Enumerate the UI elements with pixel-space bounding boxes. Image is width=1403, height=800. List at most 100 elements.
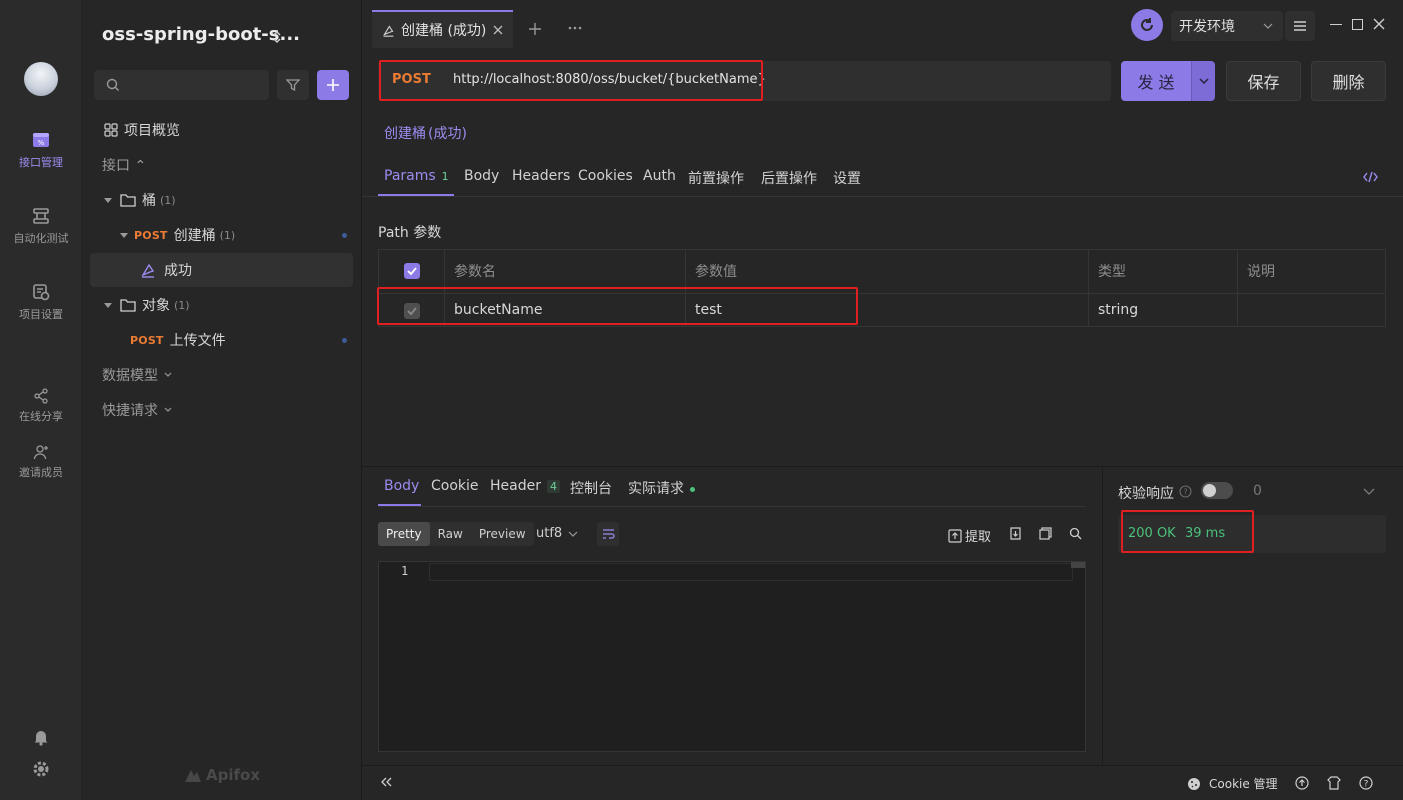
tab-settings[interactable]: 设置 <box>833 168 861 188</box>
caret-down-icon <box>120 232 128 238</box>
tree-case-success[interactable]: 成功 <box>90 253 353 287</box>
param-type-cell[interactable]: string <box>1088 294 1138 327</box>
response-tab-body[interactable]: Body <box>384 478 419 494</box>
tab-label: 创建桶 (成功) <box>401 23 487 39</box>
plus-icon <box>326 78 340 92</box>
share-icon <box>33 388 49 404</box>
download-icon[interactable] <box>1009 527 1022 540</box>
chevron-down-icon[interactable] <box>1363 488 1375 495</box>
invite-member-icon <box>33 444 49 460</box>
bell-icon[interactable] <box>32 728 50 746</box>
rail-item-automation[interactable]: 自动化测试 <box>0 206 82 246</box>
rail-item-project-settings[interactable]: 项目设置 <box>0 282 82 322</box>
extract-button[interactable]: 提取 <box>948 526 991 545</box>
more-tabs-icon[interactable] <box>568 26 582 30</box>
format-preview[interactable]: Preview <box>471 522 534 546</box>
search-icon[interactable] <box>1069 527 1082 540</box>
code-icon[interactable] <box>1363 171 1378 183</box>
folder-icon <box>120 298 136 312</box>
tab-headers[interactable]: Headers <box>512 168 570 184</box>
maximize-icon[interactable] <box>1352 19 1363 30</box>
tree-label: 对象 <box>142 298 170 314</box>
left-rail: % 接口管理 自动化测试 项目设置 在线分享 邀请成员 <box>0 0 82 800</box>
scrollbar[interactable] <box>1071 562 1085 568</box>
env-status-icon[interactable] <box>1131 9 1163 41</box>
upgrade-icon[interactable] <box>1295 776 1309 790</box>
rail-label: 在线分享 <box>19 410 63 423</box>
response-body-editor[interactable]: 1 <box>378 561 1086 752</box>
avatar[interactable] <box>24 62 58 96</box>
tab-cookies[interactable]: Cookies <box>578 168 633 184</box>
encoding-select[interactable]: utf8 <box>536 526 578 541</box>
validate-response-label: 校验响应 <box>1118 486 1174 502</box>
send-options-button[interactable] <box>1191 61 1215 101</box>
check-icon <box>407 267 417 276</box>
send-button[interactable]: 发 送 <box>1121 61 1191 101</box>
cookie-manager-button[interactable]: Cookie 管理 <box>1187 775 1278 792</box>
delete-button[interactable]: 删除 <box>1311 61 1386 101</box>
line-number: 1 <box>401 564 409 578</box>
tab-pre-processors[interactable]: 前置操作 <box>688 168 744 188</box>
rail-label: 自动化测试 <box>13 232 69 245</box>
minimize-icon[interactable] <box>1330 24 1342 25</box>
tree-section-quick-requests[interactable]: 快捷请求 <box>90 393 353 427</box>
help-icon[interactable]: ? <box>1179 485 1192 498</box>
collapse-sidebar-icon[interactable] <box>380 777 392 787</box>
environment-select[interactable]: 开发环境 <box>1171 11 1283 41</box>
format-pretty[interactable]: Pretty <box>378 522 430 546</box>
validate-count: 0 <box>1253 483 1262 499</box>
tree-label: 项目概览 <box>124 123 180 139</box>
format-raw[interactable]: Raw <box>430 522 471 546</box>
request-title: 创建桶 (成功) <box>384 126 467 142</box>
rail-item-share[interactable]: 在线分享 <box>0 388 82 424</box>
tree-label: 接口 ⌃ <box>102 158 147 174</box>
select-all-checkbox[interactable] <box>404 263 420 279</box>
wrap-lines-button[interactable] <box>597 522 619 546</box>
tree-section-api[interactable]: 接口 ⌃ <box>90 148 353 182</box>
param-description-cell[interactable] <box>1237 294 1247 327</box>
case-icon <box>382 24 395 37</box>
response-tab-header[interactable]: Header 4 <box>490 478 560 494</box>
tab-body[interactable]: Body <box>464 168 499 184</box>
rail-item-invite[interactable]: 邀请成员 <box>0 444 82 480</box>
chevron-down-icon <box>568 531 578 537</box>
new-tab-icon[interactable] <box>528 22 542 36</box>
project-name[interactable]: oss-spring-boot-s... <box>102 24 300 45</box>
tree-label: 上传文件 <box>169 333 226 349</box>
help-circle-icon[interactable]: ? <box>1359 776 1373 790</box>
copy-icon[interactable] <box>1039 527 1052 540</box>
add-button[interactable] <box>317 70 349 100</box>
response-tab-console[interactable]: 控制台 <box>570 478 612 498</box>
tab-auth[interactable]: Auth <box>643 168 676 184</box>
tab-post-processors[interactable]: 后置操作 <box>761 168 817 188</box>
tree-folder-bucket[interactable]: 桶 (1) <box>90 183 353 217</box>
validate-toggle[interactable] <box>1201 482 1233 499</box>
tree-folder-object[interactable]: 对象 (1) <box>90 288 353 322</box>
close-icon[interactable] <box>493 25 503 35</box>
tree-api-create-bucket[interactable]: POST 创建桶 (1) <box>90 218 353 252</box>
filter-button[interactable] <box>277 70 309 100</box>
rail-item-api-management[interactable]: % 接口管理 <box>0 130 82 170</box>
rail-label: 邀请成员 <box>19 466 63 479</box>
wrap-icon <box>602 528 615 539</box>
tree-count: (1) <box>219 228 236 242</box>
theme-icon[interactable] <box>1327 776 1341 790</box>
response-tab-actual-request[interactable]: 实际请求 <box>628 478 696 498</box>
settings-gear-icon[interactable] <box>32 760 50 778</box>
project-switch-icon[interactable] <box>272 29 282 45</box>
window-close-icon[interactable] <box>1373 18 1385 30</box>
tree-section-data-models[interactable]: 数据模型 <box>90 358 353 392</box>
save-button[interactable]: 保存 <box>1226 61 1301 101</box>
status-dot <box>342 338 347 343</box>
tree-api-upload[interactable]: POST 上传文件 <box>90 323 353 357</box>
tab-params[interactable]: Params 1 <box>384 168 449 184</box>
chevron-down-icon <box>1263 23 1273 29</box>
project-settings-icon <box>31 282 51 302</box>
chevron-down-icon <box>164 407 172 413</box>
tab-create-bucket[interactable]: 创建桶 (成功) <box>372 10 513 48</box>
env-menu-button[interactable] <box>1285 11 1315 41</box>
search-input[interactable] <box>94 70 269 100</box>
response-tab-cookie[interactable]: Cookie <box>431 478 479 494</box>
method-badge: POST <box>130 333 164 347</box>
tree-item-overview[interactable]: 项目概览 <box>90 113 353 147</box>
